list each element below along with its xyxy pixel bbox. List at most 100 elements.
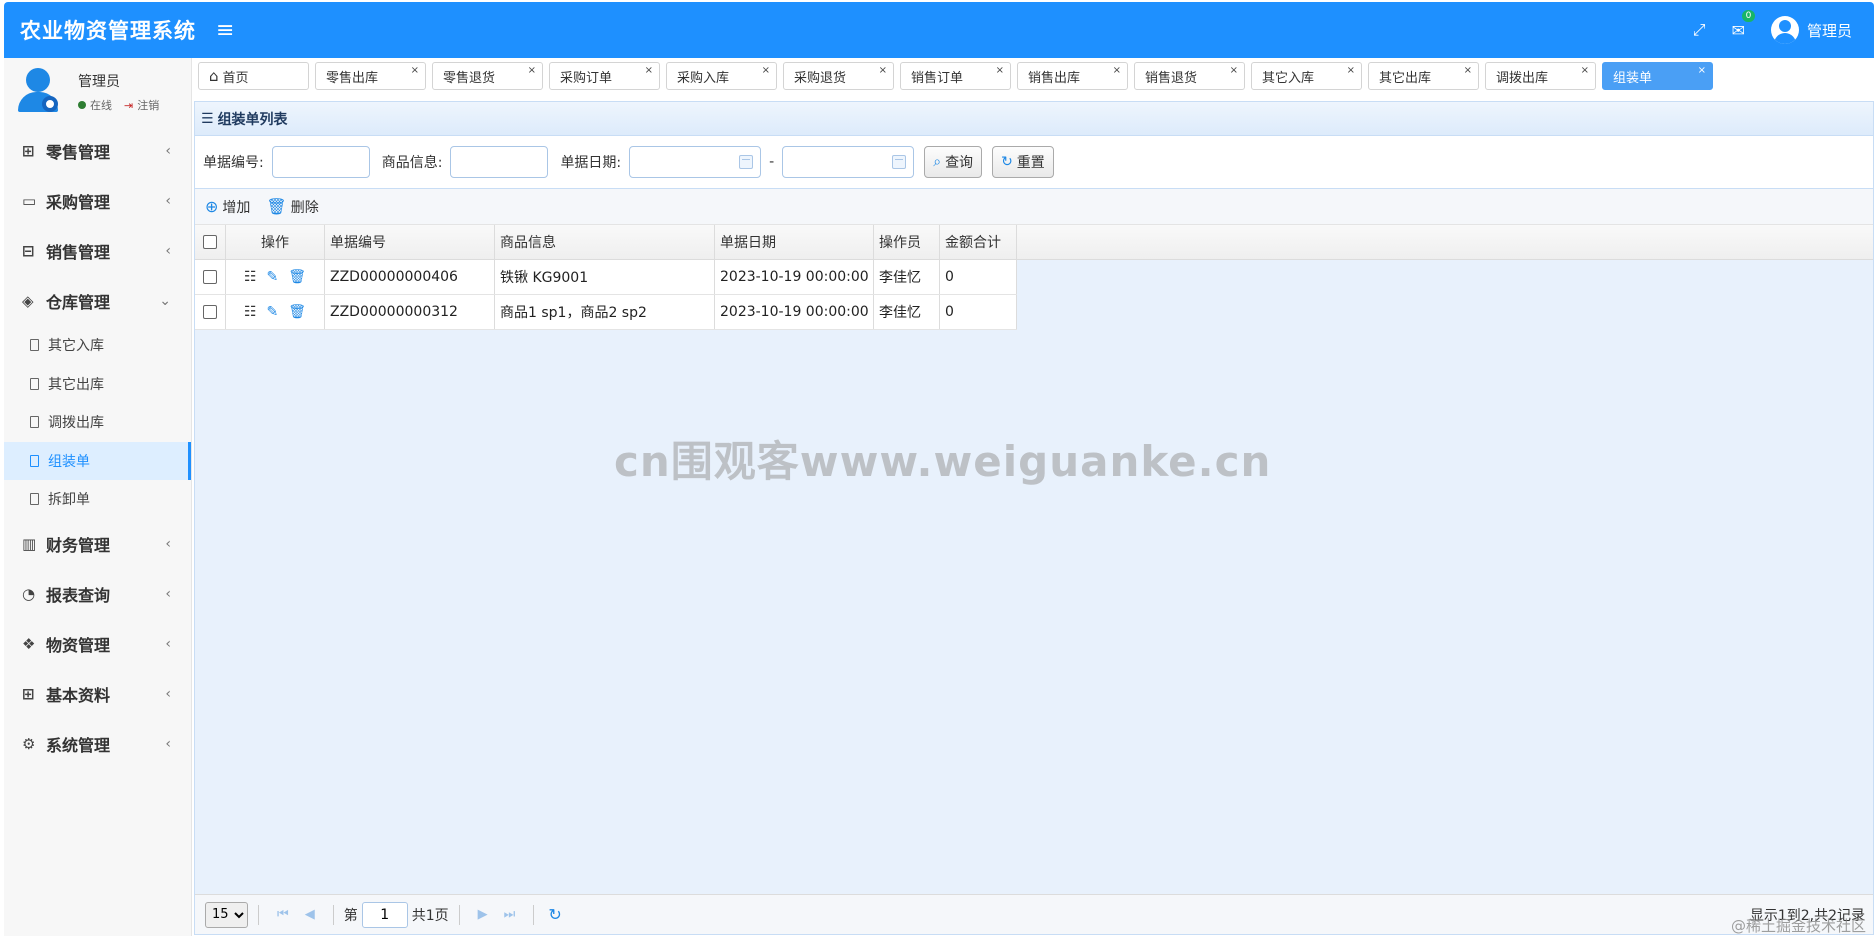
col-header-code[interactable]: 单据编号 bbox=[325, 225, 495, 259]
page-number-input[interactable] bbox=[361, 901, 408, 928]
page-total: 共1页 bbox=[411, 907, 449, 924]
settings-icon: ⚙ bbox=[22, 734, 36, 753]
panel-header: ☰ 组装单列表 bbox=[195, 102, 1873, 136]
tab-purchase-order[interactable]: 采购订单 × bbox=[549, 62, 660, 90]
sidebar-item-sales[interactable]: ⊟ 销售管理 ‹ bbox=[4, 226, 191, 276]
sidebar-item-system[interactable]: ⚙ 系统管理 ‹ bbox=[4, 719, 191, 769]
next-page-icon[interactable]: ▶ bbox=[478, 907, 488, 922]
select-all-checkbox[interactable] bbox=[203, 235, 217, 249]
sidebar-item-finance[interactable]: ▥ 财务管理 ‹ bbox=[4, 519, 191, 569]
monitor-icon: ▭ bbox=[22, 192, 37, 210]
tab-transfer-out[interactable]: 调拨出库 × bbox=[1485, 62, 1596, 90]
tab-purchase-return[interactable]: 采购退货 × bbox=[783, 62, 894, 90]
table-row[interactable]: ☷ ✎ 🗑 ZZD00000000406 铁锹 KG9001 2023-10-1… bbox=[195, 260, 1017, 295]
calendar-icon[interactable] bbox=[739, 155, 754, 169]
tab-other-out[interactable]: 其它出库 × bbox=[1368, 62, 1479, 90]
goods-label: 商品信息: bbox=[381, 155, 443, 171]
table-row[interactable]: ☷ ✎ 🗑 ZZD00000000312 商品1 sp1，商品2 sp2 202… bbox=[195, 295, 1017, 330]
detail-list-icon[interactable]: ☷ bbox=[244, 304, 257, 320]
chevron-left-icon: ‹ bbox=[165, 735, 171, 752]
calendar-icon[interactable] bbox=[892, 155, 907, 169]
row-checkbox[interactable] bbox=[203, 270, 217, 284]
tab-retail-return[interactable]: 零售退货 × bbox=[432, 62, 543, 90]
search-bar: 单据编号: 商品信息: 单据日期: - ⌕ 查询 ↻ 重置 bbox=[195, 136, 1873, 188]
edit-icon[interactable]: ✎ bbox=[267, 269, 279, 285]
mail-icon[interactable]: ✉ 0 bbox=[1732, 9, 1756, 40]
doc-icon bbox=[30, 454, 39, 467]
goods-input[interactable] bbox=[450, 146, 549, 178]
add-button[interactable]: ⊕ 增加 bbox=[205, 197, 250, 217]
sidebar-item-reports[interactable]: ◔ 报表查询 ‹ bbox=[4, 569, 191, 619]
sidebar-subitem-other-in[interactable]: 其它入库 bbox=[4, 326, 191, 365]
trash-icon[interactable]: 🗑 bbox=[288, 269, 306, 285]
chevron-left-icon: ‹ bbox=[165, 585, 171, 602]
close-icon[interactable]: × bbox=[1230, 65, 1238, 76]
header-user-name: 管理员 bbox=[1806, 21, 1852, 40]
sidebar-subitem-assembly[interactable]: 组装单 bbox=[4, 441, 191, 480]
close-icon[interactable]: × bbox=[1581, 65, 1589, 76]
sidebar-item-warehouse[interactable]: ◈ 仓库管理 ⌄ bbox=[4, 276, 191, 326]
detail-list-icon[interactable]: ☷ bbox=[244, 269, 257, 285]
sidebar-item-materials[interactable]: ❖ 物资管理 ‹ bbox=[4, 619, 191, 669]
online-status: 在线 bbox=[90, 99, 112, 112]
chevron-left-icon: ‹ bbox=[165, 193, 171, 209]
query-button[interactable]: ⌕ 查询 bbox=[924, 146, 983, 178]
col-header-operator[interactable]: 操作员 bbox=[874, 225, 940, 259]
first-page-icon[interactable]: ⏮ bbox=[277, 907, 289, 922]
plus-circle-icon: ⊕ bbox=[205, 197, 219, 216]
sidebar-subitem-transfer-out[interactable]: 调拨出库 bbox=[4, 403, 191, 442]
reset-button[interactable]: ↻ 重置 bbox=[992, 146, 1054, 178]
close-icon[interactable]: × bbox=[1464, 65, 1472, 76]
home-icon: ⌂ bbox=[209, 67, 219, 85]
col-header-operation: 操作 bbox=[226, 225, 325, 259]
close-icon[interactable]: × bbox=[528, 65, 536, 76]
sidebar-item-purchase[interactable]: ▭ 采购管理 ‹ bbox=[4, 176, 191, 226]
col-header-date[interactable]: 单据日期 bbox=[715, 225, 874, 259]
header-user-menu[interactable]: 管理员 bbox=[1770, 16, 1852, 44]
pie-chart-icon: ◔ bbox=[22, 584, 36, 603]
close-icon[interactable]: × bbox=[645, 65, 653, 76]
close-icon[interactable]: × bbox=[411, 65, 419, 76]
tab-purchase-in[interactable]: 采购入库 × bbox=[666, 62, 777, 90]
cell-amount: 0 bbox=[940, 260, 1017, 294]
close-icon[interactable]: × bbox=[879, 65, 887, 76]
page-size-select[interactable]: 15 bbox=[205, 901, 248, 928]
last-page-icon[interactable]: ⏭ bbox=[504, 907, 516, 922]
delete-button[interactable]: 🗑 删除 bbox=[266, 197, 318, 217]
chevron-left-icon: ‹ bbox=[165, 535, 171, 552]
close-icon[interactable]: × bbox=[1698, 65, 1706, 76]
tab-assembly[interactable]: 组装单 × bbox=[1602, 62, 1713, 90]
sidebar-subitem-disassembly[interactable]: 拆卸单 bbox=[4, 480, 191, 519]
briefcase-icon: ⊟ bbox=[22, 242, 35, 260]
close-icon[interactable]: × bbox=[762, 65, 770, 76]
reload-icon[interactable]: ↻ bbox=[548, 905, 561, 924]
tab-home[interactable]: ⌂ 首页 bbox=[198, 62, 309, 90]
close-icon[interactable]: × bbox=[1347, 65, 1355, 76]
close-icon[interactable]: × bbox=[996, 65, 1004, 76]
code-input[interactable] bbox=[271, 146, 370, 178]
close-icon[interactable]: × bbox=[1113, 65, 1121, 76]
menu-toggle-icon[interactable]: ≡ bbox=[216, 18, 234, 43]
tab-sales-return[interactable]: 销售退货 × bbox=[1134, 62, 1245, 90]
trash-icon[interactable]: 🗑 bbox=[288, 304, 306, 320]
tab-sales-order[interactable]: 销售订单 × bbox=[900, 62, 1011, 90]
prev-page-icon[interactable]: ◀ bbox=[305, 907, 315, 922]
logout-link[interactable]: ⇥ 注销 bbox=[124, 97, 159, 113]
sidebar-item-basic-data[interactable]: ⊞ 基本资料 ‹ bbox=[4, 669, 191, 719]
col-header-goods[interactable]: 商品信息 bbox=[495, 225, 715, 259]
col-header-amount[interactable]: 金额合计 bbox=[940, 225, 1017, 259]
layers-icon: ◈ bbox=[22, 292, 34, 310]
sidebar-item-retail[interactable]: ⊞ 零售管理 ‹ bbox=[4, 126, 191, 176]
row-checkbox[interactable] bbox=[203, 305, 217, 319]
tab-retail-out[interactable]: 零售出库 × bbox=[315, 62, 426, 90]
tab-sales-out[interactable]: 销售出库 × bbox=[1017, 62, 1128, 90]
refresh-icon: ↻ bbox=[1001, 154, 1013, 170]
trash-icon: 🗑 bbox=[266, 197, 287, 216]
fullscreen-icon[interactable]: ⤢ bbox=[1693, 20, 1706, 40]
cell-goods: 铁锹 KG9001 bbox=[495, 260, 715, 294]
tab-other-in[interactable]: 其它入库 × bbox=[1251, 62, 1362, 90]
chevron-left-icon: ‹ bbox=[165, 635, 171, 652]
edit-icon[interactable]: ✎ bbox=[267, 304, 279, 320]
sidebar-subitem-other-out[interactable]: 其它出库 bbox=[4, 365, 191, 404]
header-actions: ⤢ ✉ 0 管理员 bbox=[1693, 2, 1852, 58]
